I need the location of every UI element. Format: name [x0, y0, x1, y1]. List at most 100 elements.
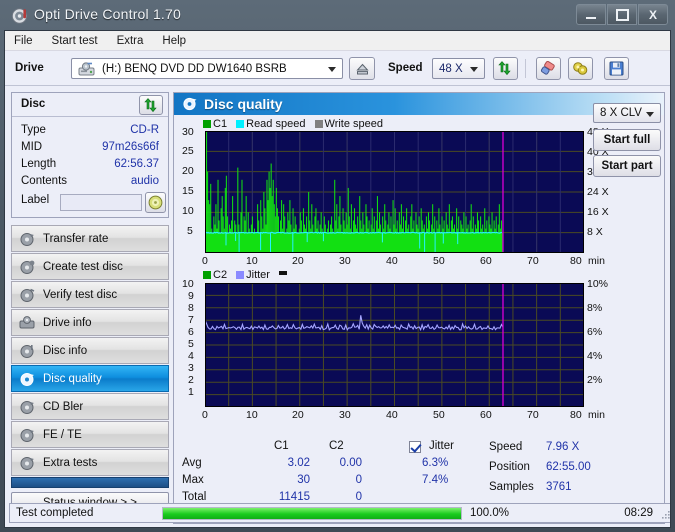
erase-button[interactable] [536, 57, 561, 80]
close-button[interactable]: X [638, 4, 668, 25]
jitter-ytick: 8 [188, 302, 194, 314]
menu-start-test[interactable]: Start test [52, 35, 98, 47]
disc-box-title: Disc [21, 98, 46, 110]
chevron-down-icon [328, 67, 336, 72]
chevron-down-icon [470, 67, 478, 72]
jitter-ytick: 7 [188, 314, 194, 326]
sidebar-label: FE / TE [43, 428, 82, 441]
sidebar-item-disc-quality[interactable]: Disc quality [11, 365, 169, 392]
disc-label-input[interactable] [60, 194, 142, 211]
disc-key: Contents [21, 175, 68, 187]
menu-extra[interactable]: Extra [117, 35, 144, 47]
disc-key: Length [21, 158, 57, 170]
sidebar-item-fe-te[interactable]: FE / TE [11, 421, 169, 448]
c1-ytick: 20 [182, 165, 194, 177]
sidebar-item-disc-info[interactable]: Disc info [11, 337, 169, 364]
sidebar: Disc Type CD-R MID 97m26s66f Length 62:5… [11, 92, 169, 524]
disc-refresh-button[interactable] [139, 95, 163, 115]
jitter-y2tick: 6% [587, 326, 603, 338]
c1-ytick: 10 [182, 205, 194, 217]
disc-value: 62:56.37 [114, 158, 159, 170]
jitter-xtick: 20 [292, 409, 304, 421]
legend-swatch-c2 [203, 271, 211, 279]
stats-avg-c1: 3.02 [287, 457, 310, 469]
refresh-icon [144, 98, 159, 116]
maximize-button[interactable] [607, 4, 637, 25]
jitter-xtick: 40 [386, 409, 398, 421]
save-button[interactable] [604, 57, 629, 80]
legend-marker-box [279, 271, 288, 275]
c1-y2tick: 8 X [587, 226, 603, 238]
jitter-y2tick: 10% [587, 278, 609, 290]
jitter-ytick: 4 [188, 350, 194, 362]
sidebar-nav: Transfer rate Create test disc Verify te… [11, 225, 169, 513]
jitter-chart-legend: C2 Jitter [203, 269, 288, 281]
refresh-button[interactable] [493, 57, 518, 80]
extra-tests-icon [19, 455, 36, 472]
toolbar-separator [525, 59, 526, 78]
disc-label-key: Label [21, 194, 50, 206]
jitter-xtick: 80 [570, 409, 582, 421]
jitter-ytick: 2 [188, 374, 194, 386]
legend-label-c1: C1 [213, 118, 228, 130]
jitter-checkbox[interactable] [409, 441, 421, 453]
disc-label-button[interactable] [145, 192, 166, 213]
legend-label-write-speed: Write speed [324, 118, 384, 130]
eject-button[interactable] [349, 57, 375, 80]
progress-bar-fill [163, 508, 461, 519]
jitter-y2tick: 4% [587, 350, 603, 362]
speed-label: Speed [388, 62, 423, 74]
disc-row-length: Length 62:56.37 [12, 158, 168, 175]
stats-speed-value: 7.96 X [546, 441, 580, 453]
fe-te-icon [19, 427, 36, 444]
start-full-button[interactable]: Start full [593, 129, 661, 151]
disc-quality-icon [182, 96, 198, 112]
compare-icon [572, 61, 589, 79]
jitter-y2tick: 2% [587, 374, 603, 386]
disc-value: 97m26s66f [102, 141, 159, 153]
compare-button[interactable] [568, 57, 593, 80]
c1-ytick: 15 [182, 185, 194, 197]
progress-percent: 100.0% [470, 507, 510, 519]
speed-value: 48 X [439, 63, 463, 75]
speed-select[interactable]: 48 X [432, 58, 485, 79]
legend-label-jitter: Jitter [246, 269, 270, 281]
c1-chart-legend: C1 Read speed Write speed [203, 118, 383, 130]
page-title: Disc quality [204, 96, 283, 112]
start-part-button[interactable]: Start part [593, 155, 661, 177]
c1-xtick: 10 [246, 255, 258, 267]
drive-value: (H:) BENQ DVD DD DW1640 BSRB [102, 63, 287, 75]
write-strategy-value: 8 X CLV [600, 107, 642, 119]
verify-test-disc-icon [19, 287, 36, 304]
transfer-rate-icon [19, 231, 36, 248]
legend-swatch-write-speed [314, 120, 323, 128]
sidebar-item-create-test-disc[interactable]: Create test disc [11, 253, 169, 280]
sidebar-item-extra-tests[interactable]: Extra tests [11, 449, 169, 476]
stats-total-c1: 11415 [278, 491, 310, 503]
write-strategy-select[interactable]: 8 X CLV [593, 103, 661, 123]
stats-max-c1: 30 [297, 474, 310, 486]
sidebar-item-drive-info[interactable]: Drive info [11, 309, 169, 336]
sidebar-item-cd-bler[interactable]: CD Bler [11, 393, 169, 420]
save-icon [609, 61, 624, 79]
c1-xtick: 30 [339, 255, 351, 267]
jitter-chart-plot [205, 283, 584, 407]
sidebar-item-verify-test-disc[interactable]: Verify test disc [11, 281, 169, 308]
jitter-xtick: 10 [246, 409, 258, 421]
drive-select[interactable]: (H:) BENQ DVD DD DW1640 BSRB [71, 58, 343, 79]
menu-help[interactable]: Help [162, 35, 186, 47]
client-area: File Start test Extra Help Drive (H:) BE… [4, 30, 671, 528]
sidebar-label: Drive info [43, 316, 92, 329]
menu-file[interactable]: File [14, 35, 33, 47]
minimize-button[interactable] [576, 4, 606, 25]
drive-info-icon [19, 315, 36, 332]
c1-xtick: 60 [480, 255, 492, 267]
c1-ytick: 30 [182, 126, 194, 138]
resize-grip-icon[interactable] [661, 510, 670, 520]
stats-col-c1: C1 [274, 440, 289, 452]
jitter-xtick: 30 [339, 409, 351, 421]
close-icon: X [648, 7, 657, 22]
sidebar-item-transfer-rate[interactable]: Transfer rate [11, 225, 169, 252]
create-test-disc-icon [19, 259, 36, 276]
disc-quality-panel: Disc quality C1 Read speed Write speed 3… [173, 92, 665, 524]
